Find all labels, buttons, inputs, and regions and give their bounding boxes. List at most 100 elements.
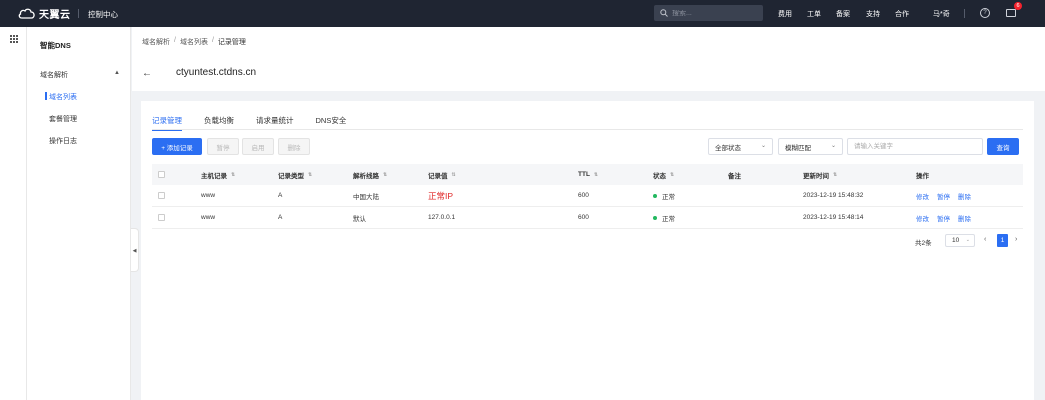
- sort-icon: ⇅: [383, 171, 388, 178]
- column-header-ttl[interactable]: TTL ⇅: [578, 164, 598, 185]
- status-select[interactable]: 全部状态 ⌄: [708, 138, 773, 155]
- records-card: 记录管理 负载均衡 请求量统计 DNS安全 + 添加记录 暂停 启用 删除 全部…: [141, 101, 1034, 400]
- chevron-up-icon: ▲: [114, 70, 120, 76]
- row-checkbox[interactable]: [158, 214, 165, 221]
- sort-icon: ⇅: [833, 171, 838, 178]
- sidebar-item-operation-log[interactable]: 操作日志: [49, 136, 77, 146]
- nav-partners[interactable]: 合作: [895, 9, 909, 19]
- cell-ttl: 600: [578, 214, 589, 221]
- page-header: 域名解析 / 域名列表 / 记录管理 ← ctyuntest.ctdns.cn: [132, 27, 1045, 91]
- cell-actions: 修改 暂停 删除: [916, 207, 979, 228]
- table-header: 主机记录 ⇅ 记录类型 ⇅ 解析线路 ⇅ 记录值 ⇅ TTL ⇅ 状态 ⇅ 备注 更新时间 ⇅…: [152, 164, 1023, 185]
- search-input[interactable]: [672, 9, 752, 17]
- column-header-line[interactable]: 解析线路 ⇅: [353, 164, 387, 185]
- logo[interactable]: 天翼云: [18, 6, 71, 21]
- column-header-updated[interactable]: 更新时间 ⇅: [803, 164, 837, 185]
- cell-status: 正常: [653, 185, 675, 206]
- cloud-logo-icon: [18, 8, 35, 19]
- page-title: ctyuntest.ctdns.cn: [176, 67, 257, 78]
- cell-value: 正常IP: [428, 190, 454, 201]
- user-name[interactable]: 马*奇: [933, 9, 950, 19]
- sidebar: 智能DNS 域名解析 ▲ 域名列表 套餐管理 操作日志: [27, 27, 131, 400]
- breadcrumb: 域名解析 / 域名列表 / 记录管理: [142, 37, 246, 47]
- logo-text: 天翼云: [39, 9, 71, 21]
- enable-button[interactable]: 启用: [242, 138, 274, 155]
- chevron-left-icon[interactable]: ‹: [984, 236, 986, 243]
- add-record-button[interactable]: + 添加记录: [152, 138, 202, 155]
- apps-grid-icon[interactable]: [10, 35, 18, 43]
- cell-type: A: [278, 214, 283, 221]
- column-header-type[interactable]: 记录类型 ⇅: [278, 164, 312, 185]
- chevron-down-icon: ⌄: [760, 143, 766, 149]
- sidebar-item-domain-list[interactable]: 域名列表: [49, 92, 77, 102]
- cell-host: www: [201, 192, 216, 199]
- help-icon[interactable]: ?: [980, 8, 990, 18]
- nav-billing[interactable]: 费用: [778, 9, 792, 19]
- keyword-input[interactable]: [847, 138, 983, 155]
- delete-button[interactable]: 删除: [278, 138, 310, 155]
- breadcrumb-dns-resolution[interactable]: 域名解析: [142, 37, 170, 47]
- breadcrumb-separator: /: [174, 37, 176, 44]
- topbar-divider: [78, 9, 79, 18]
- chevron-right-icon[interactable]: ›: [1015, 236, 1017, 243]
- cell-actions: 修改 暂停 删除: [916, 185, 979, 206]
- top-navbar: 天翼云 控制中心 费用 工单 备案 支持 合作 马*奇 ? 6: [0, 0, 1045, 27]
- cell-ttl: 600: [578, 192, 589, 199]
- pagination-total: 共2条: [915, 240, 932, 247]
- column-header-host[interactable]: 主机记录 ⇅: [201, 164, 235, 185]
- nav-filing[interactable]: 备案: [836, 9, 850, 19]
- sort-icon: ⇅: [451, 171, 456, 178]
- match-mode-select[interactable]: 模糊匹配 ⌄: [778, 138, 843, 155]
- delete-link[interactable]: 删除: [958, 191, 971, 201]
- global-search[interactable]: [654, 5, 763, 21]
- nav-support[interactable]: 支持: [866, 9, 880, 19]
- cell-updated: 2023-12-19 15:48:14: [803, 214, 864, 221]
- pause-link[interactable]: 暂停: [937, 191, 950, 201]
- sidebar-group-dns-resolution[interactable]: 域名解析 ▲: [40, 70, 120, 80]
- page-size-select[interactable]: 10 ⌄: [945, 234, 975, 247]
- breadcrumb-separator: /: [211, 37, 214, 44]
- chevron-left-icon: ◀: [132, 248, 137, 254]
- status-select-value: 全部状态: [715, 144, 741, 152]
- tabs-divider: [152, 129, 1023, 130]
- pause-button[interactable]: 暂停: [207, 138, 239, 155]
- header-checkbox-cell: [158, 164, 165, 185]
- sort-icon: ⇅: [231, 171, 236, 178]
- table-row: www A 默认 127.0.0.1 600 正常 2023-12-19 15:…: [152, 207, 1023, 229]
- delete-link[interactable]: 删除: [958, 213, 971, 223]
- nav-tickets[interactable]: 工单: [807, 9, 821, 19]
- row-checkbox[interactable]: [158, 192, 165, 199]
- pause-link[interactable]: 暂停: [937, 213, 950, 223]
- breadcrumb-current: 记录管理: [217, 39, 246, 46]
- breadcrumb-domain-list[interactable]: 域名列表: [180, 37, 208, 47]
- edit-link[interactable]: 修改: [916, 191, 929, 201]
- topbar-divider: [964, 9, 965, 18]
- column-header-value[interactable]: 记录值 ⇅: [428, 164, 456, 185]
- cell-line: 中国大陆: [353, 193, 379, 201]
- match-mode-select-value: 模糊匹配: [785, 144, 811, 152]
- column-header-status[interactable]: 状态 ⇅: [653, 164, 674, 185]
- chevron-down-icon: ⌄: [965, 237, 970, 243]
- cell-line: 默认: [353, 215, 366, 223]
- back-arrow-icon[interactable]: ←: [142, 68, 152, 79]
- records-table: 主机记录 ⇅ 记录类型 ⇅ 解析线路 ⇅ 记录值 ⇅ TTL ⇅ 状态 ⇅ 备注 更新时间 ⇅…: [152, 164, 1023, 229]
- cell-host: www: [201, 214, 216, 221]
- table-row: www A 中国大陆 正常IP 600 正常 2023-12-19 15:48:…: [152, 185, 1023, 207]
- cell-status: 正常: [653, 207, 675, 228]
- page-number-current[interactable]: 1: [997, 234, 1008, 247]
- select-all-checkbox[interactable]: [158, 171, 165, 178]
- sidebar-collapse-button[interactable]: ◀: [131, 228, 139, 272]
- console-link[interactable]: 控制中心: [88, 9, 118, 20]
- edit-link[interactable]: 修改: [916, 213, 929, 223]
- sidebar-title: 智能DNS: [40, 41, 71, 50]
- cell-type: A: [278, 192, 283, 199]
- query-button[interactable]: 查询: [987, 138, 1019, 155]
- sidebar-item-packages[interactable]: 套餐管理: [49, 114, 77, 124]
- chevron-down-icon: ⌄: [830, 143, 836, 149]
- status-dot-icon: [653, 215, 657, 220]
- app-strip: [0, 27, 27, 400]
- mail-icon[interactable]: [1006, 9, 1016, 17]
- search-icon: [660, 9, 668, 17]
- status-dot-icon: [653, 193, 657, 198]
- sort-icon: ⇅: [593, 171, 599, 178]
